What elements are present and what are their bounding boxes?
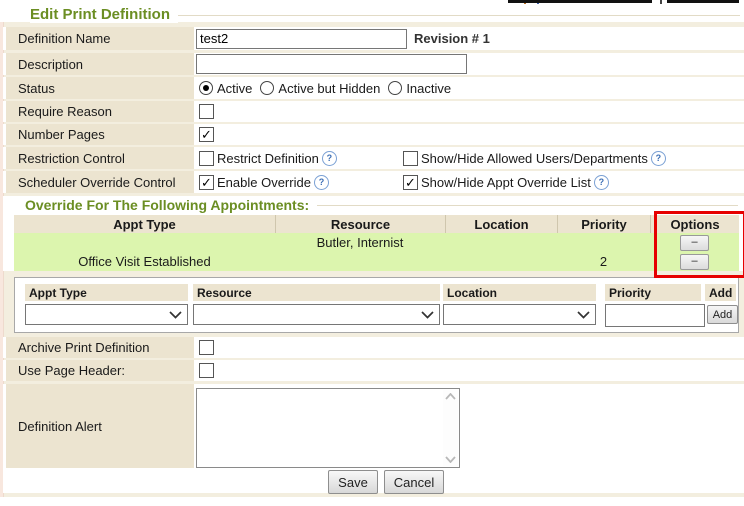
radio-inactive-label: Inactive — [406, 81, 451, 96]
revision-label: Revision # 1 — [414, 31, 490, 46]
chevron-down-icon — [577, 311, 590, 319]
row-require-reason: Require Reason — [3, 101, 744, 122]
col-options: Options — [650, 215, 739, 233]
enable-override-label: Enable Override — [217, 175, 311, 190]
help-icon[interactable]: ? — [322, 151, 337, 166]
clipped-top-link[interactable] — [508, 0, 652, 3]
enable-override-checkbox[interactable]: ✓ — [199, 175, 214, 190]
save-button[interactable]: Save — [328, 470, 378, 494]
cell-resource — [275, 252, 445, 271]
scroll-down-icon[interactable] — [445, 456, 456, 463]
cell-resource: Butler, Internist — [275, 233, 445, 252]
add-col-add: Add — [705, 284, 736, 301]
override-row-appt: Office Visit Established 2 – — [14, 252, 739, 271]
radio-active-label: Active — [217, 81, 252, 96]
description-label: Description — [6, 53, 194, 75]
use-page-header-checkbox[interactable] — [199, 363, 214, 378]
col-priority: Priority — [557, 215, 650, 233]
number-pages-checkbox[interactable]: ✓ — [199, 127, 214, 142]
restriction-control-label: Restriction Control — [6, 147, 194, 169]
show-hide-appt-list-checkbox[interactable]: ✓ — [403, 175, 418, 190]
add-override-box: Appt Type Resource Location Priority Add… — [14, 277, 739, 333]
row-description: Description — [3, 53, 744, 75]
col-appt-type: Appt Type — [14, 215, 275, 233]
archive-checkbox[interactable] — [199, 340, 214, 355]
restrict-definition-checkbox[interactable] — [199, 151, 214, 166]
radio-active-but-hidden-label: Active but Hidden — [278, 81, 380, 96]
col-resource: Resource — [275, 215, 445, 233]
row-restriction-control: Restriction Control Restrict Definition … — [3, 147, 744, 169]
chevron-down-icon — [169, 311, 182, 319]
scroll-up-icon[interactable] — [445, 393, 456, 400]
add-col-resource: Resource — [193, 284, 440, 301]
add-override-button[interactable]: Add — [707, 305, 738, 324]
add-resource-select[interactable] — [193, 304, 440, 325]
use-page-header-label: Use Page Header: — [6, 360, 194, 381]
radio-active[interactable] — [199, 81, 213, 95]
restrict-definition-label: Restrict Definition — [217, 151, 319, 166]
add-priority-input[interactable] — [605, 304, 705, 327]
definition-name-input[interactable] — [196, 29, 407, 49]
help-icon[interactable]: ? — [594, 175, 609, 190]
add-col-location: Location — [443, 284, 596, 301]
title-divider — [165, 15, 740, 16]
add-location-select[interactable] — [443, 304, 596, 325]
add-col-appt-type: Appt Type — [25, 284, 188, 301]
help-icon[interactable]: ? — [314, 175, 329, 190]
show-hide-appt-list-label: Show/Hide Appt Override List — [421, 175, 591, 190]
number-pages-label: Number Pages — [6, 124, 194, 145]
link-separator — [660, 0, 662, 4]
row-archive: Archive Print Definition — [3, 337, 744, 358]
definition-alert-label: Definition Alert — [6, 384, 194, 468]
section-divider — [308, 205, 738, 206]
cell-location — [445, 252, 557, 271]
clipped-top-link[interactable] — [667, 0, 739, 3]
cell-priority: 2 — [557, 252, 650, 271]
scheduler-override-label: Scheduler Override Control — [6, 171, 194, 193]
radio-inactive[interactable] — [388, 81, 402, 95]
remove-override-button[interactable]: – — [680, 254, 709, 270]
description-input[interactable] — [196, 54, 467, 74]
show-hide-users-checkbox[interactable] — [403, 151, 418, 166]
cell-location — [445, 233, 557, 252]
require-reason-label: Require Reason — [6, 101, 194, 122]
definition-alert-textarea[interactable] — [196, 388, 460, 468]
row-number-pages: Number Pages ✓ — [3, 124, 744, 145]
remove-override-button[interactable]: – — [680, 235, 709, 251]
textarea-scrollbar[interactable] — [443, 390, 458, 466]
row-definition-name: Definition Name Revision # 1 — [3, 27, 744, 50]
row-status: Status Active Active but Hidden Inactive — [3, 77, 744, 99]
help-icon[interactable]: ? — [651, 151, 666, 166]
cell-appt-type — [14, 233, 275, 252]
cell-priority — [557, 233, 650, 252]
status-label: Status — [6, 77, 194, 99]
archive-label: Archive Print Definition — [6, 337, 194, 358]
override-row-resource: Butler, Internist – — [14, 233, 739, 253]
chevron-down-icon — [421, 311, 434, 319]
add-appt-type-select[interactable] — [25, 304, 188, 325]
page-title: Edit Print Definition — [30, 6, 178, 23]
cancel-button[interactable]: Cancel — [384, 470, 444, 494]
override-section-title: Override For The Following Appointments: — [25, 197, 317, 213]
show-hide-users-label: Show/Hide Allowed Users/Departments — [421, 151, 648, 166]
cell-appt-type: Office Visit Established — [14, 252, 275, 271]
row-scheduler-override: Scheduler Override Control ✓ Enable Over… — [3, 171, 744, 193]
definition-name-label: Definition Name — [6, 27, 194, 50]
col-location: Location — [445, 215, 557, 233]
row-use-page-header: Use Page Header: — [3, 360, 744, 381]
require-reason-checkbox[interactable] — [199, 104, 214, 119]
edit-print-definition-page: Edit Print Definition Definition Name Re… — [0, 0, 744, 506]
add-col-priority: Priority — [605, 284, 701, 301]
radio-active-but-hidden[interactable] — [260, 81, 274, 95]
override-table-header: Appt Type Resource Location Priority Opt… — [14, 215, 739, 233]
